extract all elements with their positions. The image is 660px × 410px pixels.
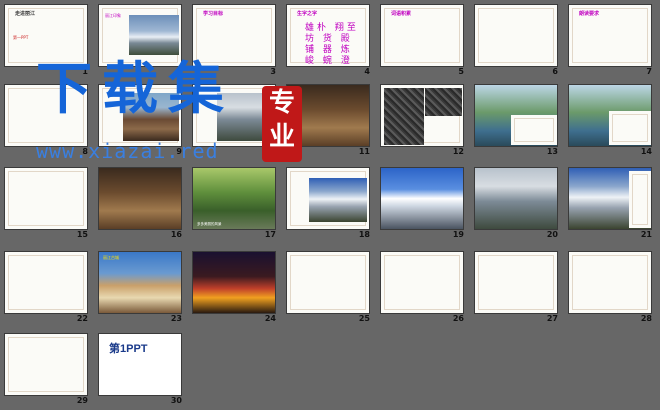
slide-12-photo-right [425, 88, 462, 116]
slide-25[interactable]: 25 [286, 251, 370, 323]
slide-number: 21 [640, 230, 652, 239]
slide-30-logo: 第1PPT [109, 343, 148, 355]
slide-number: 28 [640, 314, 652, 323]
slide-26[interactable]: 26 [380, 251, 464, 323]
slide-21[interactable]: 21 [568, 167, 652, 239]
slide-29[interactable]: 29 [4, 333, 88, 405]
slide-19[interactable]: 19 [380, 167, 464, 239]
slide-number: 20 [546, 230, 558, 239]
slide-13[interactable]: 13 [474, 84, 558, 156]
slide-number: 14 [640, 147, 652, 156]
watermark-text: 下载集 [36, 57, 234, 122]
slide-21-text-box [629, 171, 651, 228]
slide-5-title: 词语积累 [391, 11, 412, 17]
slide-14[interactable]: 14 [568, 84, 652, 156]
slide-16[interactable]: 16 [98, 167, 182, 239]
slide-12-photo-left [384, 88, 424, 145]
seal-icon: 专业 [262, 86, 302, 162]
slide-number: 4 [364, 67, 370, 76]
slide-30[interactable]: 第1PPT 30 [98, 333, 182, 405]
slide-number: 17 [264, 230, 276, 239]
slide-18-photo [309, 178, 367, 222]
slide-18[interactable]: 18 [286, 167, 370, 239]
slide-number: 30 [170, 396, 182, 405]
slide-4-title: 生字之字 [297, 11, 318, 17]
slide-22[interactable]: 22 [4, 251, 88, 323]
slide-13-text-box [511, 115, 557, 145]
slide-27[interactable]: 27 [474, 251, 558, 323]
slide-17[interactable]: 多多美丽的风景 17 [192, 167, 276, 239]
slide-23[interactable]: 丽江古城 23 [98, 251, 182, 323]
slide-7-title: 朗读要求 [579, 11, 600, 17]
slide-number: 29 [76, 396, 88, 405]
slide-15[interactable]: 15 [4, 167, 88, 239]
slide-17-caption: 多多美丽的风景 [197, 222, 222, 226]
slide-number: 19 [452, 230, 464, 239]
slide-number: 16 [170, 230, 182, 239]
slide-number: 27 [546, 314, 558, 323]
slide-1-title: 走进丽江 [15, 11, 36, 17]
slide-4[interactable]: 生字之字 雄朴 翔至 坊 货 殿 铺 器 炼 峻 蜿 澄 蔷 4 [286, 4, 370, 76]
slide-4-body: 雄朴 翔至 坊 货 殿 铺 器 炼 峻 蜿 澄 蔷 [305, 23, 359, 66]
slide-6[interactable]: 6 [474, 4, 558, 76]
slide-number: 13 [546, 147, 558, 156]
slide-23-caption: 丽江古城 [103, 255, 119, 260]
slide-number: 22 [76, 314, 88, 323]
slide-number: 7 [646, 67, 652, 76]
slide-20[interactable]: 20 [474, 167, 558, 239]
slide-number: 24 [264, 314, 276, 323]
slide-1-subtitle: 第一PPT [13, 35, 29, 40]
slide-7[interactable]: 朗读要求 7 [568, 4, 652, 76]
slide-number: 26 [452, 314, 464, 323]
slide-number: 23 [170, 314, 182, 323]
slide-2-title: 丽江印象 [105, 13, 121, 18]
slide-2-photo [129, 15, 179, 55]
slide-24[interactable]: 24 [192, 251, 276, 323]
watermark-url: www.xiazai.red [36, 139, 219, 163]
slide-number: 11 [358, 147, 370, 156]
slide-3-title: 学习目标 [203, 11, 224, 17]
slide-number: 6 [552, 67, 558, 76]
slide-number: 18 [358, 230, 370, 239]
slide-number: 12 [452, 147, 464, 156]
slide-12[interactable]: 12 [380, 84, 464, 156]
slide-number: 15 [76, 230, 88, 239]
slide-number: 25 [358, 314, 370, 323]
slide-number: 5 [458, 67, 464, 76]
slide-number: 3 [270, 67, 276, 76]
slide-5[interactable]: 词语积累 5 [380, 4, 464, 76]
slide-28[interactable]: 28 [568, 251, 652, 323]
slide-14-text-box [609, 111, 651, 145]
